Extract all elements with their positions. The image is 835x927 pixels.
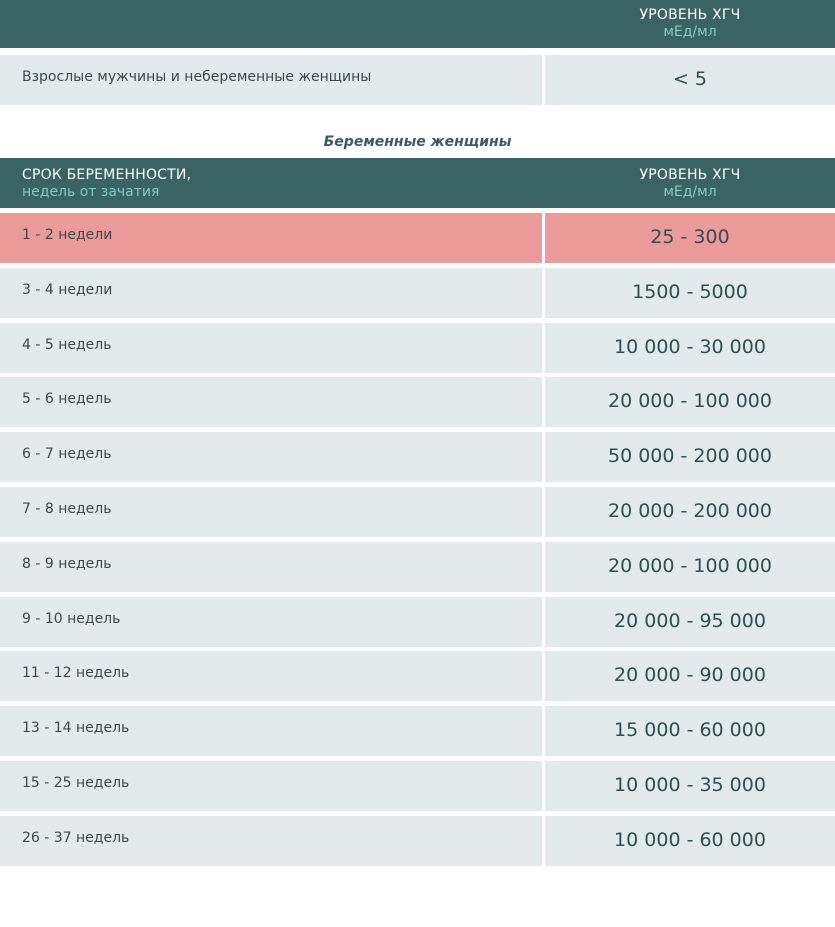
table-row: 1 - 2 недели 25 - 300 xyxy=(0,213,835,263)
reference-table-header: УРОВЕНЬ ХГЧ мЕд/мл xyxy=(0,0,835,48)
term-cell: 4 - 5 недель xyxy=(0,323,542,373)
hcg-value: 20 000 - 200 000 xyxy=(608,500,772,522)
term-label: 9 - 10 недель xyxy=(22,611,121,627)
hcg-value: 50 000 - 200 000 xyxy=(608,445,772,467)
term-label: 8 - 9 недель xyxy=(22,556,112,572)
table-row: 3 - 4 недели 1500 - 5000 xyxy=(0,268,835,318)
table-row: 11 - 12 недель 20 000 - 90 000 xyxy=(0,651,835,701)
term-cell: 1 - 2 недели xyxy=(0,213,542,263)
hcg-unit-label: мЕд/мл xyxy=(663,184,717,200)
hcg-value: 10 000 - 60 000 xyxy=(614,829,766,851)
term-cell: 13 - 14 недель xyxy=(0,706,542,756)
table-row: 8 - 9 недель 20 000 - 100 000 xyxy=(0,542,835,592)
value-cell: 20 000 - 100 000 xyxy=(545,377,835,427)
group-cell: Взрослые мужчины и небеременные женщины xyxy=(0,55,542,105)
value-cell: 1500 - 5000 xyxy=(545,268,835,318)
hcg-level-label: УРОВЕНЬ ХГЧ xyxy=(639,7,741,23)
pregnant-section-caption: Беременные женщины xyxy=(323,134,512,150)
term-label: 26 - 37 недель xyxy=(22,830,130,846)
hcg-value: < 5 xyxy=(672,68,708,90)
term-cell: 26 - 37 недель xyxy=(0,816,542,866)
hcg-value: 20 000 - 100 000 xyxy=(608,390,772,412)
group-label: Взрослые мужчины и небеременные женщины xyxy=(22,69,372,85)
non-pregnant-row: Взрослые мужчины и небеременные женщины … xyxy=(0,55,835,105)
table-row: 13 - 14 недель 15 000 - 60 000 xyxy=(0,706,835,756)
term-label: 11 - 12 недель xyxy=(22,665,130,681)
pregnancy-table-header: СРОК БЕРЕМЕННОСТИ, недель от зачатия УРО… xyxy=(0,158,835,208)
term-label: 6 - 7 недель xyxy=(22,446,112,462)
hcg-value: 20 000 - 90 000 xyxy=(614,664,766,686)
table-row: 5 - 6 недель 20 000 - 100 000 xyxy=(0,377,835,427)
table-row: 15 - 25 недель 10 000 - 35 000 xyxy=(0,761,835,811)
term-cell: 6 - 7 недель xyxy=(0,432,542,482)
term-cell: 15 - 25 недель xyxy=(0,761,542,811)
term-label: 13 - 14 недель xyxy=(22,720,130,736)
term-label: 5 - 6 недель xyxy=(22,391,112,407)
table-row: 26 - 37 недель 10 000 - 60 000 xyxy=(0,816,835,866)
hcg-value: 15 000 - 60 000 xyxy=(614,719,766,741)
value-cell: 20 000 - 95 000 xyxy=(545,597,835,647)
term-label: 7 - 8 недель xyxy=(22,501,112,517)
term-label: 4 - 5 недель xyxy=(22,337,112,353)
term-cell: 3 - 4 недели xyxy=(0,268,542,318)
hcg-value: 20 000 - 95 000 xyxy=(614,610,766,632)
hcg-level-column-header: УРОВЕНЬ ХГЧ мЕд/мл xyxy=(545,166,835,200)
value-cell: 50 000 - 200 000 xyxy=(545,432,835,482)
term-cell: 9 - 10 недель xyxy=(0,597,542,647)
value-cell: 20 000 - 90 000 xyxy=(545,651,835,701)
term-label: 3 - 4 недели xyxy=(22,282,113,298)
hcg-value: 10 000 - 35 000 xyxy=(614,774,766,796)
hcg-value: 25 - 300 xyxy=(650,226,730,248)
term-cell: 7 - 8 недель xyxy=(0,487,542,537)
term-label: 15 - 25 недель xyxy=(22,775,130,791)
value-cell: 10 000 - 60 000 xyxy=(545,816,835,866)
value-cell: 10 000 - 35 000 xyxy=(545,761,835,811)
term-label: 1 - 2 недели xyxy=(22,227,113,243)
hcg-unit-label: мЕд/мл xyxy=(663,24,717,40)
term-cell: 8 - 9 недель xyxy=(0,542,542,592)
hcg-value: 1500 - 5000 xyxy=(632,281,748,303)
term-column-header: СРОК БЕРЕМЕННОСТИ, недель от зачатия xyxy=(22,166,191,200)
hcg-level-label: УРОВЕНЬ ХГЧ xyxy=(639,167,741,183)
hcg-level-column-header: УРОВЕНЬ ХГЧ мЕд/мл xyxy=(545,6,835,40)
term-cell: 5 - 6 недель xyxy=(0,377,542,427)
term-sub-label: недель от зачатия xyxy=(22,184,160,200)
table-row: 6 - 7 недель 50 000 - 200 000 xyxy=(0,432,835,482)
term-label: СРОК БЕРЕМЕННОСТИ, xyxy=(22,167,192,183)
table-row: 9 - 10 недель 20 000 - 95 000 xyxy=(0,597,835,647)
value-cell: 15 000 - 60 000 xyxy=(545,706,835,756)
hcg-value: 10 000 - 30 000 xyxy=(614,336,766,358)
table-row: 7 - 8 недель 20 000 - 200 000 xyxy=(0,487,835,537)
value-cell: 25 - 300 xyxy=(545,213,835,263)
value-cell: 20 000 - 200 000 xyxy=(545,487,835,537)
value-cell: 10 000 - 30 000 xyxy=(545,323,835,373)
term-cell: 11 - 12 недель xyxy=(0,651,542,701)
value-cell: 20 000 - 100 000 xyxy=(545,542,835,592)
table-row: 4 - 5 недель 10 000 - 30 000 xyxy=(0,323,835,373)
value-cell: < 5 xyxy=(545,55,835,105)
hcg-value: 20 000 - 100 000 xyxy=(608,555,772,577)
